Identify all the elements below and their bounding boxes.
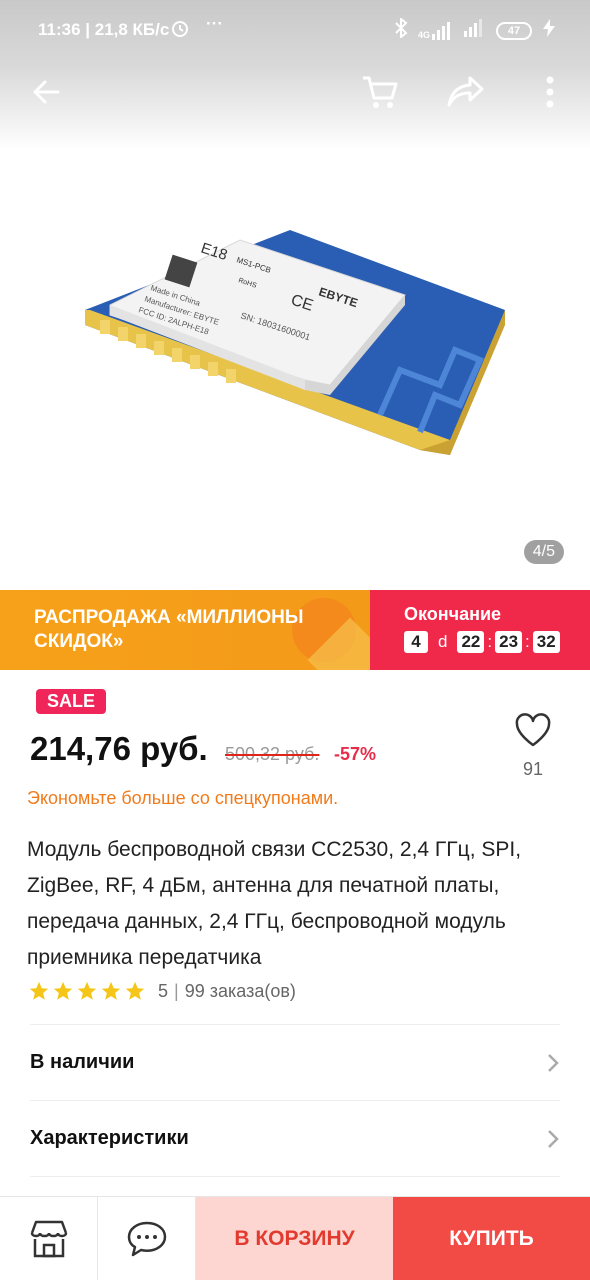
countdown-timer: 4 d 22 : 23 : 32 [404, 631, 590, 653]
countdown-label: Окончание [404, 604, 502, 624]
rating-value: 5 [158, 980, 169, 1001]
countdown-days: 4 [404, 631, 428, 653]
product-gallery[interactable]: E18 MS1-PCB EBYTE Made in China Manufact… [0, 0, 590, 590]
product-title: Модуль беспроводной связи CC2530, 2,4 ГГ… [27, 838, 522, 969]
countdown-seconds: 32 [532, 631, 560, 653]
specs-label: Характеристики [30, 1127, 189, 1149]
heart-icon [515, 713, 551, 747]
chat-icon [127, 1221, 166, 1257]
cart-button[interactable] [358, 70, 402, 114]
next-row-partial [30, 1176, 560, 1196]
discount-percent: -57% [334, 744, 377, 764]
old-price: 500,32 руб. [225, 744, 320, 764]
sale-banner-title-area: РАСПРОДАЖА «МИЛЛИОНЫ СКИДОК» [0, 590, 370, 670]
sale-countdown-area: Окончание 4 d 22 : 23 : 32 [370, 590, 590, 670]
sale-banner-title: РАСПРОДАЖА «МИЛЛИОНЫ СКИДОК» [34, 607, 304, 652]
signal-icon-2 [464, 19, 486, 42]
countdown-hours: 22 [457, 631, 485, 653]
wishlist-count: 91 [522, 759, 544, 779]
image-counter: 4/5 [523, 540, 564, 564]
share-button[interactable] [444, 70, 488, 114]
star-rating [28, 980, 146, 1002]
buy-now-button[interactable]: КУПИТЬ [393, 1197, 590, 1280]
signal-icon: 4G [417, 21, 454, 40]
countdown-separator: : [525, 632, 530, 651]
countdown-separator: : [487, 632, 493, 651]
store-button[interactable] [0, 1197, 98, 1280]
wishlist-button[interactable]: 91 [508, 712, 558, 786]
chat-button[interactable] [98, 1197, 196, 1280]
star-icon [77, 981, 97, 1000]
rating-summary[interactable]: 5 | 99 заказа(ов) [28, 980, 296, 1002]
network-type: 4G [417, 29, 430, 40]
current-price: 214,76 руб. [30, 730, 208, 767]
star-icon [101, 981, 121, 1000]
countdown-days-unit: d [438, 632, 448, 651]
store-icon [30, 1220, 67, 1258]
sale-banner[interactable]: РАСПРОДАЖА «МИЛЛИОНЫ СКИДОК» Окончание 4… [0, 590, 590, 670]
alarm-icon [170, 18, 190, 43]
coupon-link[interactable]: Экономьте больше со спецкупонами. [27, 788, 338, 809]
star-icon [29, 981, 49, 1000]
back-button[interactable] [24, 70, 68, 114]
cart-icon [363, 76, 398, 108]
availability-row[interactable]: В наличии [30, 1024, 560, 1100]
charging-icon [542, 19, 556, 42]
bluetooth-icon [394, 16, 408, 43]
star-icon [125, 981, 145, 1000]
chevron-right-icon [548, 1129, 559, 1148]
status-time: 11:36 | 21,8 КБ/с [38, 20, 170, 39]
rating-separator: | [174, 980, 179, 1001]
specs-row[interactable]: Характеристики [30, 1100, 560, 1176]
more-button[interactable] [528, 70, 572, 114]
product-image[interactable]: E18 MS1-PCB EBYTE Made in China Manufact… [60, 200, 530, 500]
sale-badge: SALE [36, 689, 107, 714]
back-arrow-icon [33, 80, 60, 104]
chevron-right-icon [548, 1053, 559, 1072]
star-icon [53, 981, 73, 1000]
availability-label: В наличии [30, 1051, 135, 1073]
countdown-minutes: 23 [495, 631, 523, 653]
status-right: 4G 47 [394, 16, 556, 43]
battery-indicator: 47 [496, 21, 532, 40]
add-to-cart-button[interactable]: В КОРЗИНУ [196, 1197, 393, 1280]
orders-count: 99 заказа(ов) [184, 980, 296, 1001]
status-bar: 11:36 | 21,8 КБ/с ··· 4G 47 [0, 0, 590, 60]
share-icon [447, 76, 484, 107]
bottom-action-bar: В КОРЗИНУ КУПИТЬ [0, 1196, 590, 1280]
more-vertical-icon [546, 76, 554, 108]
status-more: ··· [206, 14, 223, 33]
